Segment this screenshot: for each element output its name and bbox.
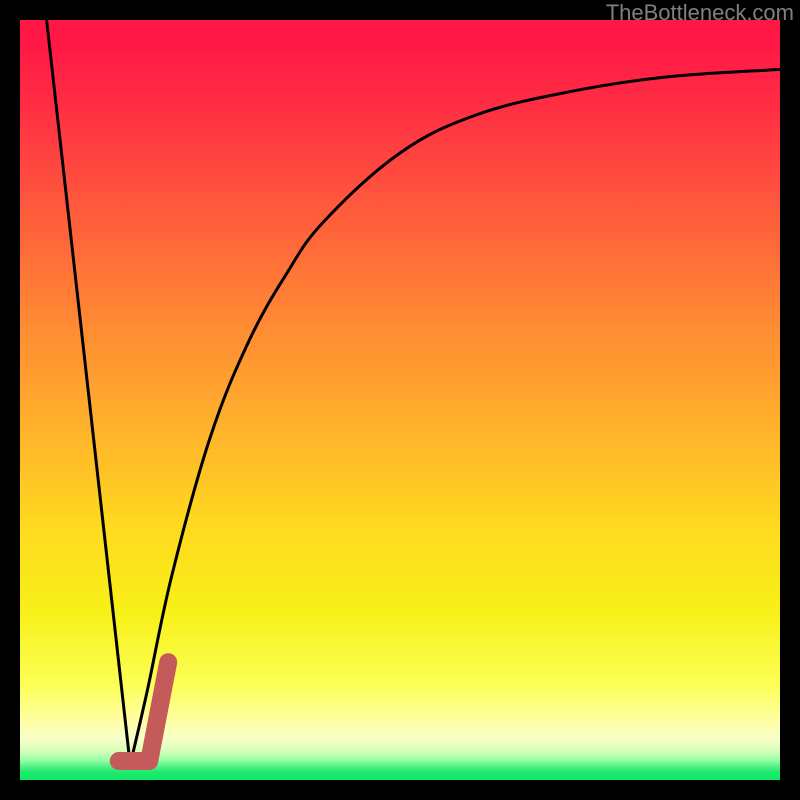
right-curve: [130, 69, 780, 764]
curves-svg: [20, 20, 780, 780]
left-line: [47, 20, 131, 765]
plot-area: [20, 20, 780, 780]
watermark-text: TheBottleneck.com: [606, 0, 794, 26]
chart-container: TheBottleneck.com: [0, 0, 800, 800]
